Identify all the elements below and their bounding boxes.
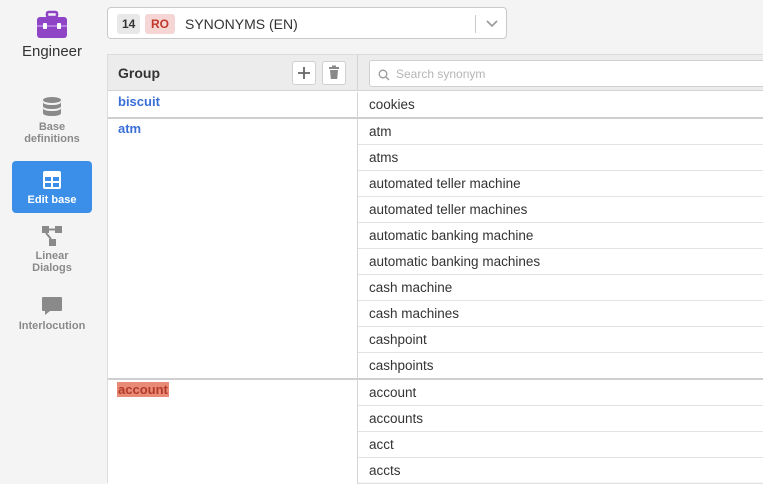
- group-column-header: Group: [108, 55, 358, 91]
- divider: [475, 15, 476, 33]
- synonyms-panel: Group biscuit cookies atm atm atms automated …: [107, 54, 763, 484]
- add-group-button[interactable]: [292, 61, 316, 85]
- flow-icon: [41, 225, 63, 247]
- synonym-text: atm: [369, 124, 392, 139]
- group-cell[interactable]: atm: [108, 119, 358, 379]
- synonym-row[interactable]: cashpoints: [358, 353, 763, 379]
- synonym-row[interactable]: cash machine: [358, 275, 763, 301]
- synonym-row[interactable]: cashpoint: [358, 327, 763, 353]
- synonym-row[interactable]: cookies: [358, 92, 763, 118]
- synonym-row[interactable]: automated teller machine: [358, 171, 763, 197]
- synonym-row[interactable]: automatic banking machine: [358, 223, 763, 249]
- synonym-text: acct: [369, 437, 394, 452]
- toolbox-icon: [36, 10, 68, 40]
- chevron-down-icon[interactable]: [483, 14, 501, 32]
- synonym-row[interactable]: accounts: [358, 406, 763, 432]
- nav-item-linear-dialogs[interactable]: Linear Dialogs: [12, 225, 92, 277]
- synonym-row[interactable]: atm: [358, 119, 763, 145]
- database-icon: [41, 96, 63, 118]
- brand[interactable]: Engineer: [0, 10, 104, 60]
- search-synonym-field[interactable]: [369, 60, 763, 87]
- table-icon: [41, 169, 63, 191]
- synonym-row[interactable]: atms: [358, 145, 763, 171]
- chat-icon: [41, 295, 63, 317]
- synonym-text: account: [369, 385, 417, 400]
- synonym-text: atms: [369, 150, 399, 165]
- synonym-text: automatic banking machine: [369, 228, 534, 243]
- nav-item-edit-base[interactable]: Edit base: [12, 161, 92, 213]
- search-icon: [378, 68, 390, 81]
- synonym-column-header: [358, 55, 763, 91]
- synonym-text: cookies: [369, 97, 415, 112]
- synonym-text: cashpoints: [369, 358, 434, 373]
- synonym-text: accts: [369, 463, 401, 478]
- nav-label: Edit base: [27, 194, 77, 206]
- nav-label: Base: [38, 121, 66, 133]
- synonym-row[interactable]: automatic banking machines: [358, 249, 763, 275]
- nav-item-base-definitions[interactable]: Base definitions: [12, 96, 92, 148]
- selector-title: SYNONYMS (EN): [185, 16, 298, 32]
- synonym-text: cash machines: [369, 306, 460, 321]
- nav-label: Linear: [35, 250, 69, 262]
- brand-label: Engineer: [21, 43, 83, 60]
- synonym-text: automated teller machine: [369, 176, 521, 191]
- trash-icon: [329, 65, 339, 79]
- group-name[interactable]: biscuit: [118, 94, 160, 109]
- synonym-row[interactable]: accts: [358, 458, 763, 484]
- delete-group-button[interactable]: [322, 61, 346, 85]
- plus-icon: [298, 67, 310, 79]
- group-header-label: Group: [118, 65, 160, 81]
- group-name[interactable]: atm: [118, 121, 141, 136]
- synonym-text: automatic banking machines: [369, 254, 541, 269]
- nav-label: Interlocution: [18, 320, 86, 332]
- synonym-text: cash machine: [369, 280, 453, 295]
- synonym-text: automated teller machines: [369, 202, 528, 217]
- synonym-text: accounts: [369, 411, 424, 426]
- group-cell[interactable]: biscuit: [108, 92, 358, 118]
- synonym-row[interactable]: cash machines: [358, 301, 763, 327]
- sidebar: Engineer Base definitions Edit base Line…: [0, 0, 104, 482]
- nav-item-interlocution[interactable]: Interlocution: [12, 295, 92, 337]
- group-name[interactable]: account: [117, 382, 169, 397]
- search-input[interactable]: [396, 65, 756, 83]
- synonym-row[interactable]: acct: [358, 432, 763, 458]
- base-selector[interactable]: 14 RO SYNONYMS (EN): [107, 7, 507, 39]
- count-badge: 14: [117, 14, 141, 34]
- nav-label: definitions: [24, 133, 80, 145]
- language-badge: RO: [145, 14, 175, 34]
- nav-label: Dialogs: [32, 262, 72, 274]
- synonym-row[interactable]: account: [358, 380, 763, 406]
- group-cell[interactable]: account: [108, 380, 358, 484]
- synonym-text: cashpoint: [369, 332, 427, 347]
- synonym-row[interactable]: automated teller machines: [358, 197, 763, 223]
